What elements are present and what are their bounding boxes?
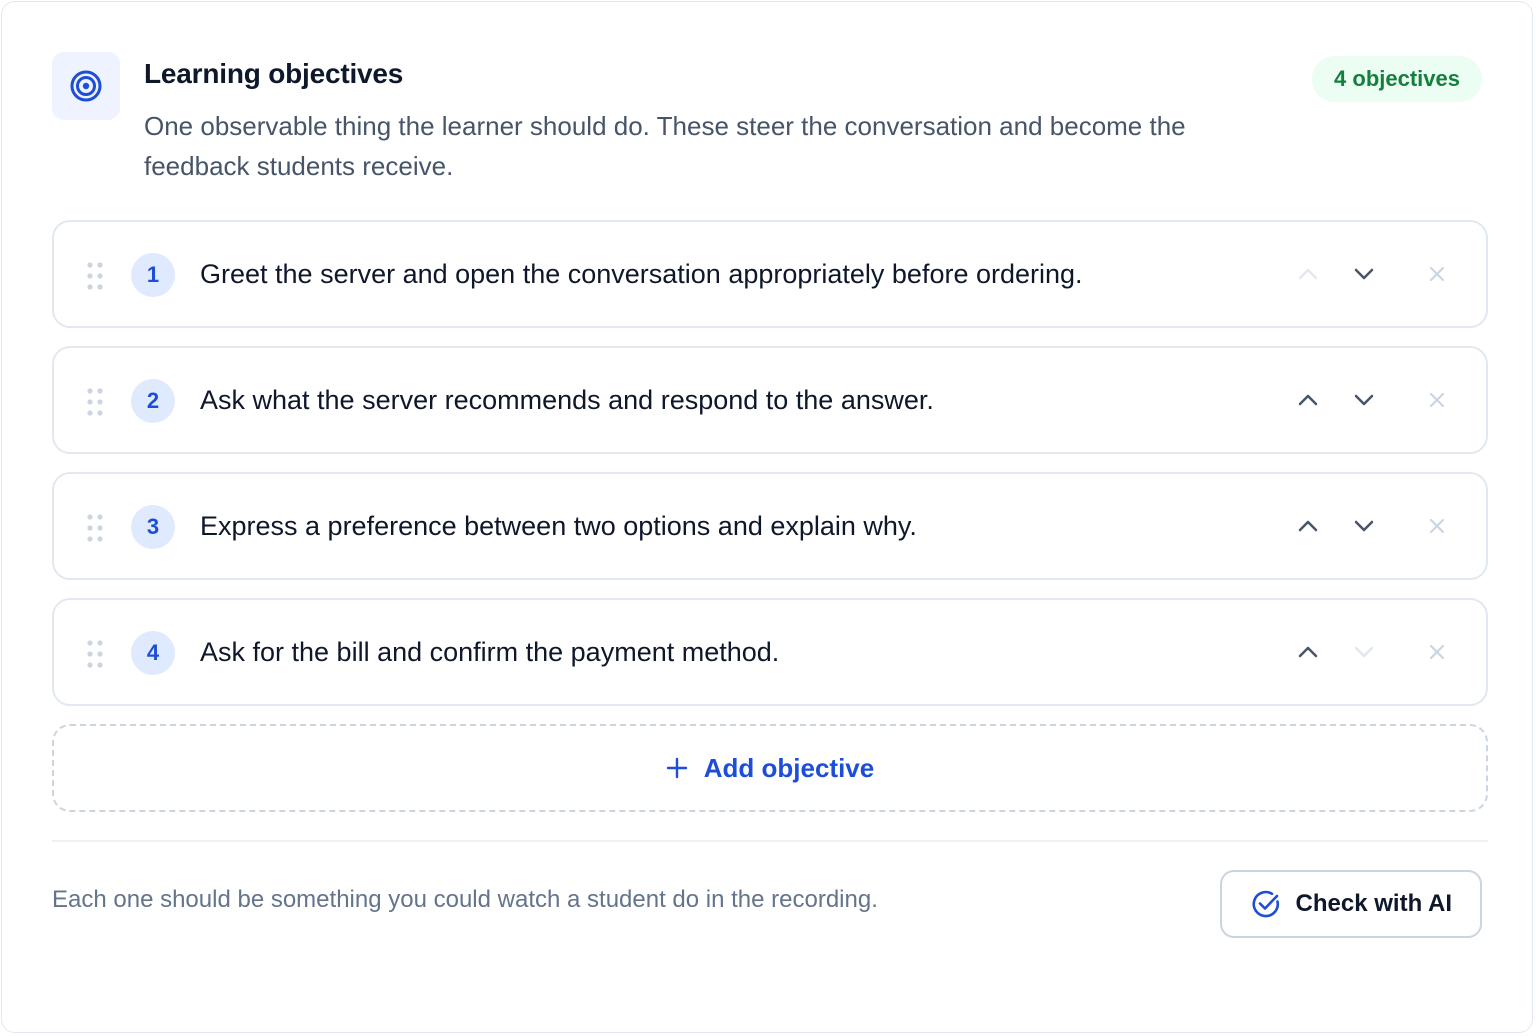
objective-text[interactable]: Ask what the server recommends and respo…	[200, 348, 934, 452]
chevron-down-icon	[1354, 520, 1374, 532]
drag-handle-icon[interactable]	[87, 640, 103, 668]
check-with-ai-button[interactable]: Check with AI	[1219, 870, 1482, 938]
objective-number-badge: 1	[131, 253, 175, 297]
plus-icon	[666, 757, 688, 779]
remove-objective-button[interactable]	[1419, 256, 1455, 292]
move-up-button[interactable]	[1290, 382, 1326, 418]
move-up-button[interactable]	[1290, 508, 1326, 544]
check-with-ai-label: Check with AI	[1295, 890, 1452, 917]
objective-text[interactable]: Express a preference between two options…	[200, 474, 917, 578]
add-objective-label: Add objective	[703, 752, 875, 783]
remove-objective-button[interactable]	[1419, 382, 1455, 418]
chevron-down-icon	[1354, 394, 1374, 406]
move-down-button[interactable]	[1346, 634, 1382, 670]
close-icon	[1429, 644, 1445, 660]
close-icon	[1429, 392, 1445, 408]
chevron-up-icon	[1298, 394, 1318, 406]
chevron-up-icon	[1298, 646, 1318, 658]
drag-handle-icon[interactable]	[87, 388, 103, 416]
move-down-button[interactable]	[1346, 256, 1382, 292]
divider	[52, 840, 1488, 842]
close-icon	[1429, 266, 1445, 282]
check-circle-icon	[1250, 888, 1282, 920]
objective-row: 1 Greet the server and open the conversa…	[52, 220, 1488, 328]
objective-number-badge: 4	[131, 631, 175, 675]
objectives-list: 1 Greet the server and open the conversa…	[52, 220, 1488, 724]
chevron-down-icon	[1354, 268, 1374, 280]
close-icon	[1429, 518, 1445, 534]
objective-row: 4 Ask for the bill and confirm the payme…	[52, 598, 1488, 706]
chevron-down-icon	[1354, 646, 1374, 658]
add-objective-button[interactable]: Add objective	[52, 724, 1488, 812]
target-icon	[52, 52, 120, 120]
objective-count-badge: 4 objectives	[1312, 56, 1482, 102]
remove-objective-button[interactable]	[1419, 508, 1455, 544]
objective-number-badge: 3	[131, 505, 175, 549]
drag-handle-icon[interactable]	[87, 514, 103, 542]
remove-objective-button[interactable]	[1419, 634, 1455, 670]
objective-row: 2 Ask what the server recommends and res…	[52, 346, 1488, 454]
move-down-button[interactable]	[1346, 382, 1382, 418]
objective-number-badge: 2	[131, 379, 175, 423]
objective-text[interactable]: Greet the server and open the conversati…	[200, 222, 1083, 326]
learning-objectives-card: Learning objectives One observable thing…	[1, 1, 1533, 1033]
chevron-up-icon	[1298, 520, 1318, 532]
footer-hint: Each one should be something you could w…	[52, 886, 878, 913]
objective-text[interactable]: Ask for the bill and confirm the payment…	[200, 600, 779, 704]
section-subtitle: One observable thing the learner should …	[144, 111, 1186, 181]
objective-row: 3 Express a preference between two optio…	[52, 472, 1488, 580]
move-up-button[interactable]	[1290, 634, 1326, 670]
chevron-up-icon	[1298, 268, 1318, 280]
drag-handle-icon[interactable]	[87, 262, 103, 290]
move-down-button[interactable]	[1346, 508, 1382, 544]
move-up-button[interactable]	[1290, 256, 1326, 292]
section-title: Learning objectives	[144, 58, 404, 89]
